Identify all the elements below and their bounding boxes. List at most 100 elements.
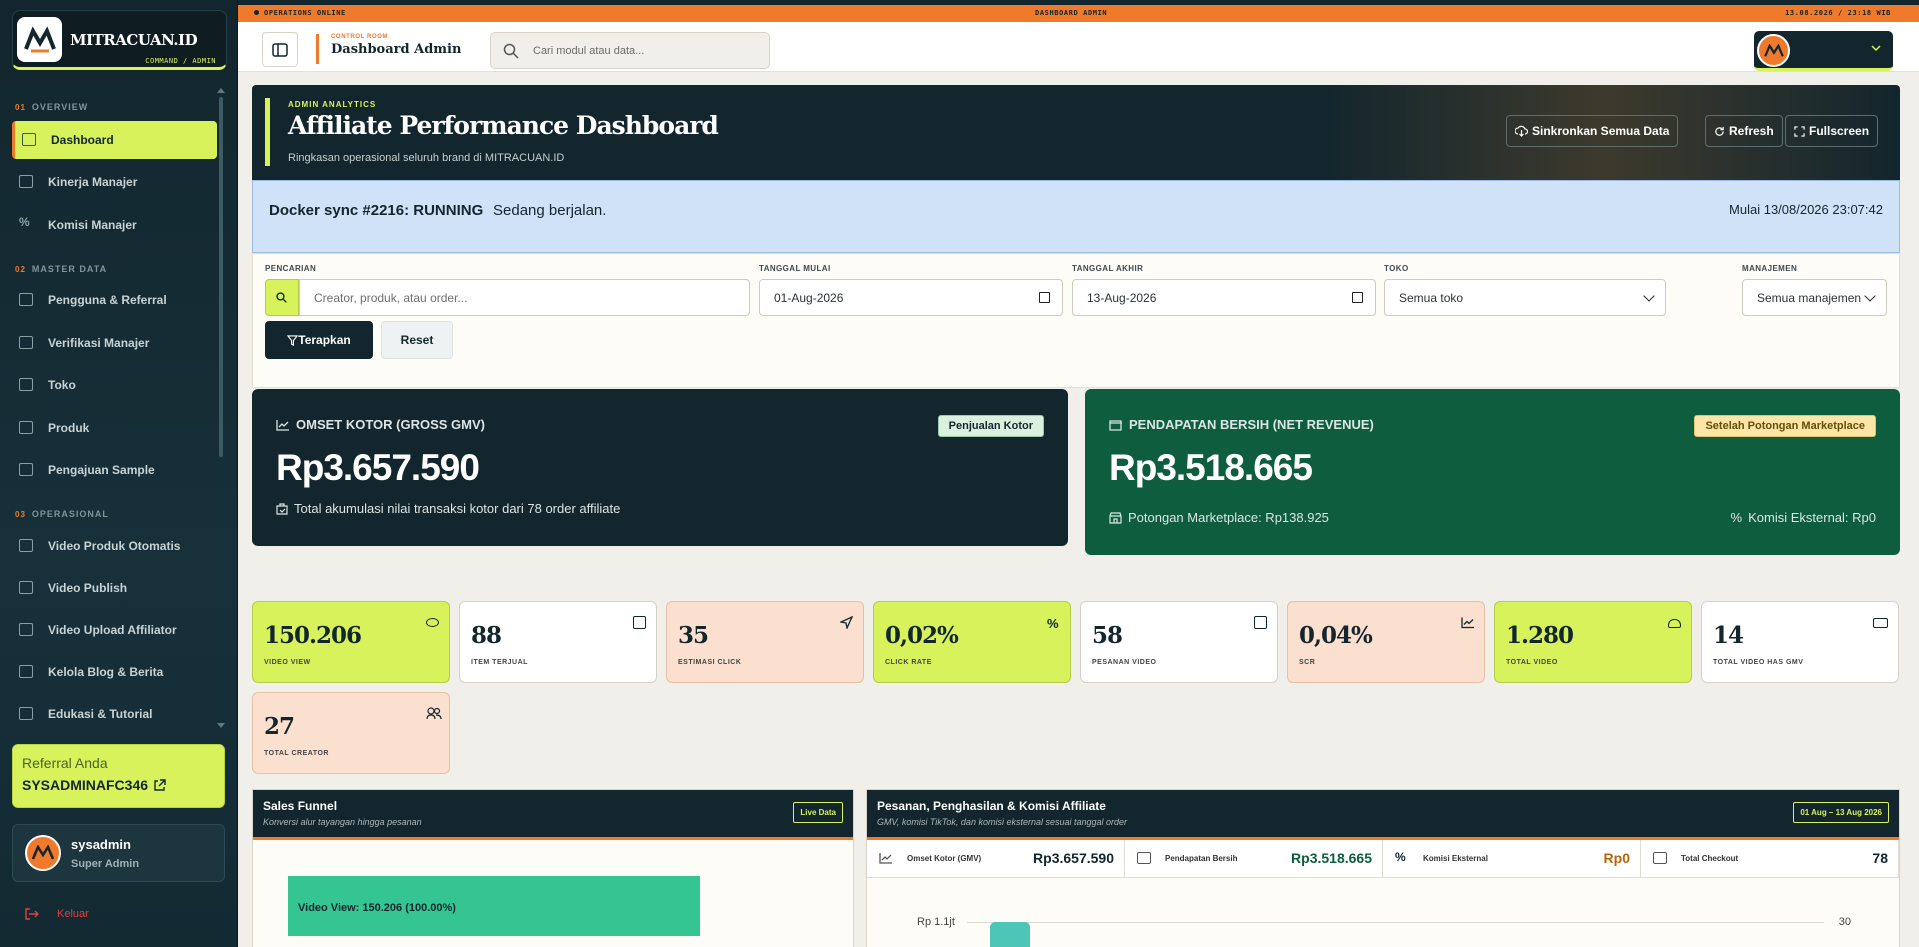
metric-external-commission: % Komisi Eksternal Rp0	[1383, 840, 1641, 877]
scroll-down-arrow[interactable]	[217, 723, 225, 728]
stat-card-click-rate: 0,02% CLICK RATE%	[873, 601, 1071, 683]
section-master-data: 02 MASTER DATA	[15, 264, 108, 274]
stat-card-total-creator: 27 TOTAL CREATOR	[252, 692, 450, 774]
hero-subtitle: Ringkasan operasional seluruh brand di M…	[288, 152, 565, 164]
sidebar: MITRACUAN.ID COMMAND / ADMIN 01 OVERVIEW …	[0, 0, 238, 947]
sidebar-item-video-publish[interactable]: Video Publish	[12, 569, 217, 607]
bag-icon	[633, 616, 646, 629]
profile-menu-button[interactable]	[1754, 31, 1893, 71]
hero-banner: ADMIN ANALYTICS Affiliate Performance Da…	[252, 85, 1900, 180]
sidebar-item-video-upload-affiliator[interactable]: Video Upload Affiliator	[12, 611, 217, 649]
chart-bar[interactable]	[990, 922, 1030, 947]
hero-accent-bar	[265, 98, 270, 166]
wallet-icon	[1109, 419, 1122, 431]
main-content: ADMIN ANALYTICS Affiliate Performance Da…	[238, 72, 1919, 947]
online-dot-icon	[254, 10, 259, 15]
store-select[interactable]: Semua toko	[1384, 279, 1666, 316]
sidebar-item-toko[interactable]: Toko	[12, 366, 217, 404]
brand-name: MITRACUAN.ID	[70, 31, 198, 49]
filter-panel: PENCARIAN Creator, produk, atau order...…	[252, 253, 1900, 388]
sales-funnel-subtitle: Konversi alur tayangan hingga pesanan	[263, 817, 422, 827]
user-name: sysadmin	[71, 837, 131, 852]
sidebar-item-komisi-manajer[interactable]: % Komisi Manajer	[12, 206, 217, 244]
stat-card-scr: 0,04% SCR	[1287, 601, 1485, 683]
reset-filter-button[interactable]: Reset	[381, 321, 453, 359]
brand-logo	[17, 17, 62, 62]
gross-gmv-card: OMSET KOTOR (GROSS GMV) Penjualan Kotor …	[252, 389, 1068, 546]
profile-avatar	[1757, 34, 1790, 67]
search-filter-label: PENCARIAN	[265, 264, 317, 273]
film-icon	[19, 539, 33, 552]
net-value: Rp3.518.665	[1109, 447, 1313, 488]
stat-card-item-terjual: 88 ITEM TERJUAL	[459, 601, 657, 683]
sidebar-item-verifikasi-manajer[interactable]: Verifikasi Manajer	[12, 324, 217, 362]
operations-status: OPERATIONS ONLINE	[254, 9, 346, 17]
percent-icon: %	[1047, 616, 1059, 631]
sidebar-item-pengajuan-sample[interactable]: Pengajuan Sample	[12, 451, 217, 489]
net-title: PENDAPATAN BERSIH (NET REVENUE)	[1109, 417, 1374, 432]
scroll-up-arrow[interactable]	[217, 88, 225, 93]
y-axis-left-label: Rp 1.1jt	[917, 916, 955, 928]
play-icon	[19, 581, 33, 594]
referral-card: Referral Anda SYSADMINAFC346	[12, 744, 225, 808]
strip-datetime: 13.08.2026 / 23:18 WIB	[1785, 9, 1891, 17]
sync-status-banner: Docker sync #2216: RUNNING Sedang berjal…	[252, 180, 1900, 253]
fullscreen-icon	[1794, 125, 1805, 137]
funnel-bar-video-view[interactable]: Video View: 150.206 (100.00%)	[288, 876, 700, 936]
referral-code[interactable]: SYSADMINAFC346	[22, 777, 215, 793]
logout-button[interactable]: Keluar	[25, 908, 89, 920]
sidebar-scroll-thumb[interactable]	[219, 97, 223, 457]
sidebar-item-produk[interactable]: Produk	[12, 409, 217, 447]
calendar-icon[interactable]	[1039, 292, 1050, 303]
sidebar-item-edukasi-tutorial[interactable]: Edukasi & Tutorial	[12, 695, 217, 733]
user-role: Super Admin	[71, 858, 140, 870]
sales-funnel-panel: Sales Funnel Konversi alur tayangan hing…	[252, 789, 854, 947]
filter-search-input[interactable]: Creator, produk, atau order...	[299, 279, 750, 316]
search-icon	[276, 292, 287, 303]
user-card[interactable]: sysadmin Super Admin	[12, 824, 225, 882]
users-icon	[19, 293, 33, 306]
sidebar-item-dashboard[interactable]: Dashboard	[12, 121, 217, 159]
sidebar-item-video-produk-otomatis[interactable]: Video Produk Otomatis	[12, 527, 217, 565]
refresh-button[interactable]: Refresh	[1705, 115, 1783, 147]
video-icon	[1873, 618, 1888, 628]
calendar-icon[interactable]	[1352, 292, 1363, 303]
stat-card-estimasi-click: 35 ESTIMASI CLICK	[666, 601, 864, 683]
trend-up-icon	[879, 852, 893, 864]
net-badge: Setelah Potongan Marketplace	[1694, 415, 1876, 437]
net-revenue-card: PENDAPATAN BERSIH (NET REVENUE) Setelah …	[1085, 389, 1900, 555]
trend-up-icon	[276, 419, 289, 431]
referral-label: Referral Anda	[22, 755, 108, 771]
start-date-input[interactable]: 01-Aug-2026	[759, 279, 1063, 316]
external-link-icon[interactable]	[153, 778, 166, 792]
sidebar-item-kelola-blog[interactable]: Kelola Blog & Berita	[12, 653, 217, 691]
sales-funnel-title: Sales Funnel	[263, 799, 338, 813]
strip-center-label: DASHBOARD ADMIN	[1035, 9, 1108, 17]
sidebar-item-kinerja-manajer[interactable]: Kinerja Manajer	[12, 163, 217, 201]
end-date-input[interactable]: 13-Aug-2026	[1072, 279, 1376, 316]
wallet-icon	[1137, 852, 1151, 864]
sidebar-toggle-button[interactable]	[262, 32, 298, 67]
refresh-icon	[1715, 126, 1724, 136]
dashboard-icon	[22, 133, 36, 146]
chevron-down-icon	[1871, 45, 1881, 52]
hero-title: Affiliate Performance Dashboard	[288, 111, 719, 140]
bag-icon	[276, 503, 288, 515]
marketplace-cut: Potongan Marketplace: Rp138.925	[1109, 510, 1329, 525]
fullscreen-button[interactable]: Fullscreen	[1785, 115, 1879, 147]
sidebar-item-pengguna-referral[interactable]: Pengguna & Referral	[12, 281, 217, 319]
search-input[interactable]: Cari modul atau data...	[490, 32, 770, 69]
orders-subtitle: GMV, komisi TikTok, dan komisi eksternal…	[877, 817, 1128, 827]
external-commission: % Komisi Eksternal: Rp0	[1730, 510, 1876, 525]
brand-block[interactable]: MITRACUAN.ID COMMAND / ADMIN	[12, 10, 227, 70]
store-icon	[1109, 511, 1122, 524]
chevron-down-icon	[1643, 290, 1655, 302]
logout-icon	[25, 908, 39, 920]
percent-icon: %	[19, 215, 30, 229]
gmv-subtitle: Total akumulasi nilai transaksi kotor da…	[276, 501, 620, 516]
management-select[interactable]: Semua manajemen	[1742, 279, 1887, 316]
section-operasional: 03 OPERASIONAL	[15, 509, 109, 519]
apply-filter-button[interactable]: Terapkan	[265, 321, 373, 359]
cloud-download-icon	[1515, 125, 1528, 137]
sync-all-button[interactable]: Sinkronkan Semua Data	[1506, 115, 1679, 147]
